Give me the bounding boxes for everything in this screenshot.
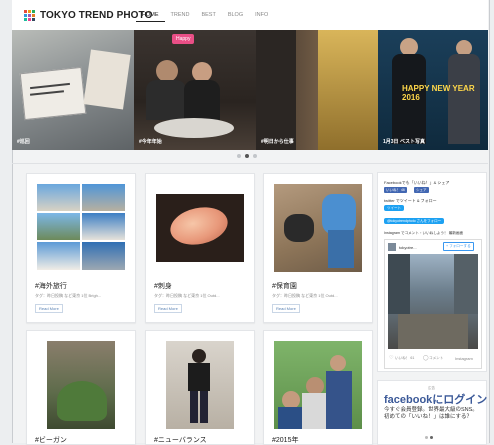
post-thumbnail[interactable] (47, 341, 115, 429)
post-title[interactable]: #ビーガン (35, 435, 67, 445)
instagram-embed[interactable]: tokyotre... + フォローする ♡ いいね！ 61 ◯ コメント In… (384, 239, 482, 369)
ad-headline[interactable]: facebookにログイン (384, 391, 487, 407)
post-title[interactable]: #2015年 (272, 435, 298, 445)
hero-slider: #巡回 Happy #今年年始 #明日から仕事 HAPPY NEW YEAR 2… (12, 30, 488, 150)
nav-home[interactable]: HOME (136, 12, 165, 22)
hero-slide-2[interactable]: Happy #今年年始 (134, 30, 256, 150)
nav-trend[interactable]: TREND (165, 12, 196, 21)
instagram-heading: Instagram でコメント・いいねしよう！ 最新画面 (384, 231, 464, 235)
facebook-like-button[interactable]: いいね！ 46 (384, 187, 407, 193)
divider (12, 163, 488, 164)
slider-dot-active[interactable] (245, 154, 249, 158)
post-card[interactable]: #保育園 タグ：昨日投稿 など東京 1位 Outd... Read More (263, 173, 373, 323)
post-title[interactable]: #保育園 (272, 281, 297, 291)
post-thumbnail[interactable] (274, 341, 362, 429)
hero-slide-caption: #今年年始 (139, 139, 162, 145)
post-card[interactable]: #海外旅行 タグ：昨日投稿 など東京 1位 Brigh... Read More (26, 173, 136, 323)
nav-best[interactable]: BEST (195, 12, 221, 21)
post-meta: タグ：昨日投稿 など東京 1位 Brigh... (35, 293, 102, 298)
facebook-share-button[interactable]: シェア (414, 187, 429, 193)
post-meta: タグ：昨日投稿 など東京 1位 Outd... (272, 293, 338, 298)
instagram-likes: いいね！ 61 (395, 356, 415, 360)
comment-icon[interactable]: ◯ (423, 355, 429, 361)
post-title[interactable]: #海外旅行 (35, 281, 67, 291)
twitter-heading: twitter でツイート & フォロー (384, 198, 437, 203)
read-more-button[interactable]: Read More (154, 304, 182, 313)
hero-slide-caption: #明日から仕事 (261, 139, 294, 145)
post-thumbnail[interactable] (166, 341, 234, 429)
happy-badge: Happy (172, 34, 195, 44)
main-nav: HOME TREND BEST BLOG INFO (136, 12, 274, 22)
slider-dot[interactable] (253, 154, 257, 158)
instagram-logo[interactable]: Instagram (455, 356, 473, 361)
instagram-comments[interactable]: コメント (429, 356, 443, 361)
site-header: TOKYO TREND PHOTO HOME TREND BEST BLOG I… (12, 0, 488, 31)
social-widget: Facebookでも「いいね！」& シェア いいね！ 46 シェア twitte… (377, 172, 487, 372)
post-thumbnail[interactable] (37, 184, 125, 270)
read-more-button[interactable]: Read More (35, 304, 63, 313)
new-year-overlay: HAPPY NEW YEAR 2016 (402, 84, 475, 102)
post-card[interactable]: #ビーガン (26, 330, 136, 445)
hero-slide-3[interactable]: #明日から仕事 (256, 30, 378, 150)
post-thumbnail[interactable] (274, 184, 362, 272)
nav-info[interactable]: INFO (249, 12, 274, 21)
ad-dot-active[interactable] (430, 436, 433, 439)
post-card[interactable]: #ニューバランス (145, 330, 255, 445)
instagram-username[interactable]: tokyotre... (399, 245, 417, 250)
post-meta: タグ：昨日投稿 など東京 1位 Outd... (154, 293, 220, 298)
tweet-button[interactable]: ツイート (384, 205, 404, 211)
post-thumbnail[interactable] (156, 194, 244, 262)
facebook-ad[interactable]: 広告 facebookにログイン 今すぐ会員登録。世界最大級のSNS。初めての「… (377, 380, 487, 445)
read-more-button[interactable]: Read More (272, 304, 300, 313)
hero-slide-1[interactable]: #巡回 (12, 30, 134, 150)
heart-icon[interactable]: ♡ (389, 355, 393, 361)
nav-blog[interactable]: BLOG (222, 12, 249, 21)
ad-body: 今すぐ会員登録。世界最大級のSNS。初めての「いいね！」は誰にする？ (384, 407, 478, 420)
logo-icon[interactable] (24, 10, 35, 21)
ad-dot[interactable] (425, 436, 428, 439)
post-title[interactable]: #刺身 (154, 281, 172, 291)
post-card[interactable]: #刺身 タグ：昨日投稿 など東京 1位 Outd... Read More (145, 173, 255, 323)
slider-dot[interactable] (237, 154, 241, 158)
hero-slide-4[interactable]: HAPPY NEW YEAR 2016 1月3日 ベスト写真 (378, 30, 488, 150)
post-title[interactable]: #ニューバランス (154, 435, 207, 445)
ad-pagination (424, 436, 434, 439)
facebook-heading: Facebookでも「いいね！」& シェア (384, 180, 450, 185)
instagram-photo[interactable] (388, 254, 478, 349)
instagram-follow-button[interactable]: + フォローする (443, 242, 474, 251)
hero-slide-caption: 1月3日 ベスト写真 (383, 139, 426, 145)
avatar[interactable] (388, 243, 396, 251)
twitter-follow-button[interactable]: @tokyotrendphoto さんをフォロー (384, 218, 445, 224)
post-card[interactable]: #2015年 (263, 330, 373, 445)
slider-pagination (0, 154, 494, 158)
hero-slide-caption: #巡回 (17, 139, 30, 145)
